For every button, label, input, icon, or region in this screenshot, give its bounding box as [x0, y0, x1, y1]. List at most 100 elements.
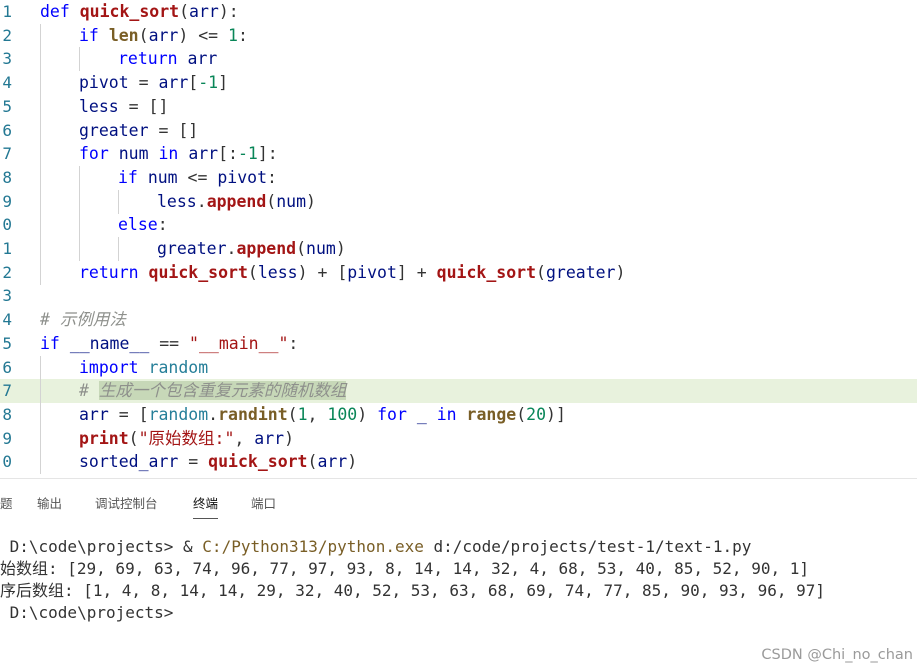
code-line[interactable]: 3 return arr — [0, 47, 917, 72]
code-token: in — [148, 144, 189, 164]
line-number: 7 — [2, 144, 12, 164]
code-token: less — [79, 96, 119, 116]
line-number: 6 — [2, 357, 12, 377]
code-token: ( — [296, 239, 307, 258]
code-line[interactable]: 1 greater.append(num) — [0, 237, 917, 261]
code-token: arr — [317, 452, 348, 472]
code-token: quick_sort — [148, 262, 248, 282]
code-token: ) — [615, 262, 626, 282]
code-token: . — [196, 191, 207, 211]
line-number: 8 — [2, 404, 12, 424]
tab-debug-console[interactable]: 调试控制台 — [95, 493, 158, 512]
code-token: less — [157, 191, 197, 211]
code-text: arr = [random.randint(1, 100) for _ in r… — [79, 403, 566, 427]
code-token: ) — [284, 428, 295, 448]
code-token: pivot — [217, 167, 268, 187]
code-token: = [] — [118, 96, 169, 116]
code-token: ) — [357, 404, 378, 424]
code-line[interactable]: 9 less.append(num) — [0, 189, 917, 214]
code-token: greater — [545, 262, 616, 282]
script-path: d:/code/projects/test-1/text-1.py — [423, 537, 752, 556]
code-text: less = [] — [79, 95, 168, 119]
code-line[interactable]: 6 import random — [0, 355, 917, 380]
indent-guide — [40, 355, 41, 380]
code-token: ( — [536, 262, 546, 282]
code-token: quick_sort — [436, 262, 537, 282]
code-token: ( — [307, 452, 318, 472]
code-token: if — [79, 25, 109, 45]
indent-guide — [40, 165, 41, 190]
code-token: [ — [188, 73, 199, 93]
code-line[interactable]: 0 else: — [0, 213, 917, 238]
code-token: . — [226, 239, 237, 258]
code-line[interactable]: 3 — [0, 284, 917, 308]
code-text: if __name__ == "__main__": — [40, 332, 298, 356]
code-line[interactable]: 5 if __name__ == "__main__": — [0, 332, 917, 356]
line-number: 6 — [2, 120, 12, 140]
code-line[interactable]: 1 def quick_sort(arr): — [0, 0, 917, 24]
code-line[interactable]: 4 # 示例用法 — [0, 308, 917, 332]
code-token: = — [178, 452, 209, 472]
line-number: 3 — [2, 286, 12, 306]
code-line[interactable]: 0 sorted_arr = quick_sort(arr) — [0, 450, 917, 475]
code-token: else — [118, 215, 158, 235]
code-line[interactable]: 4 pivot = arr[-1] — [0, 71, 917, 96]
indent-guide — [79, 189, 80, 214]
code-token: num — [147, 167, 178, 187]
line-number: 2 — [2, 262, 12, 282]
tab-output[interactable]: 输出 — [37, 493, 62, 512]
code-line[interactable]: 5 less = [] — [0, 94, 917, 119]
line-number: 2 — [2, 25, 12, 45]
code-token: arr — [148, 25, 179, 45]
code-token: ) — [306, 191, 316, 211]
code-token: random — [148, 357, 209, 377]
terminal-command-line: D:\code\projects> & C:/Python313/python.… — [0, 536, 752, 558]
code-line[interactable]: 2 if len(arr) <= 1: — [0, 23, 917, 48]
panel-tab-bar: 题 输出 调试控制台 终端 端口 — [0, 478, 917, 524]
code-line[interactable]: 8 if num <= pivot: — [0, 165, 917, 190]
code-line[interactable]: 2 return quick_sort(less) + [pivot] + qui… — [0, 260, 917, 285]
code-line[interactable]: 7 for num in arr[:-1]: — [0, 142, 917, 167]
code-token: if — [118, 167, 148, 187]
tab-ports[interactable]: 端口 — [251, 493, 276, 512]
tab-problems[interactable]: 题 — [0, 493, 13, 512]
terminal-original-array: 始数组: [29, 69, 63, 74, 96, 77, 97, 93, 8,… — [0, 559, 809, 578]
line-number: 9 — [2, 191, 12, 211]
code-token: ): — [218, 2, 239, 21]
code-token: ) + [ — [297, 262, 348, 282]
code-token: ( — [287, 404, 298, 424]
code-line[interactable]: 6 greater = [] — [0, 118, 917, 143]
code-token: num — [276, 191, 307, 211]
code-token: def — [40, 2, 80, 21]
code-text: import random — [79, 356, 208, 380]
indent-guide — [40, 213, 41, 238]
code-text: return arr — [118, 47, 217, 71]
code-line[interactable]: 8 arr = [random.randint(1, 100) for _ in … — [0, 402, 917, 427]
code-token: import — [79, 357, 149, 377]
code-line[interactable]: 9 print("原始数组:", arr) — [0, 426, 917, 451]
code-editor[interactable]: 1 def quick_sort(arr): 2 if len(arr) <= 1: 3… — [0, 0, 917, 478]
code-token: , — [234, 428, 255, 448]
indent-guide — [40, 47, 41, 72]
tab-terminal[interactable]: 终端 — [193, 493, 219, 519]
code-text: less.append(num) — [157, 190, 316, 214]
terminal-prompt: D:\code\projects> & — [0, 537, 203, 556]
indent-guide — [118, 189, 119, 214]
code-token: 100 — [327, 404, 358, 424]
code-token: . — [208, 404, 219, 424]
code-text: else: — [118, 213, 168, 237]
code-token: == — [149, 333, 190, 353]
line-number: 0 — [2, 452, 12, 472]
indent-guide — [40, 94, 41, 119]
code-token: ] — [218, 73, 229, 93]
code-token: quick_sort — [208, 452, 308, 472]
code-line[interactable]: 7 # 生成一个包含重复元素的随机数组 — [0, 379, 917, 404]
code-token: ) — [347, 452, 358, 472]
indent-guide — [40, 118, 41, 143]
indent-guide — [40, 71, 41, 96]
code-text: sorted_arr = quick_sort(arr) — [79, 450, 357, 474]
code-token: 1 — [228, 25, 238, 45]
python-exe-path: C:/Python313/python.exe — [202, 537, 424, 556]
code-token: : — [157, 215, 168, 235]
line-number: 7 — [2, 381, 12, 401]
